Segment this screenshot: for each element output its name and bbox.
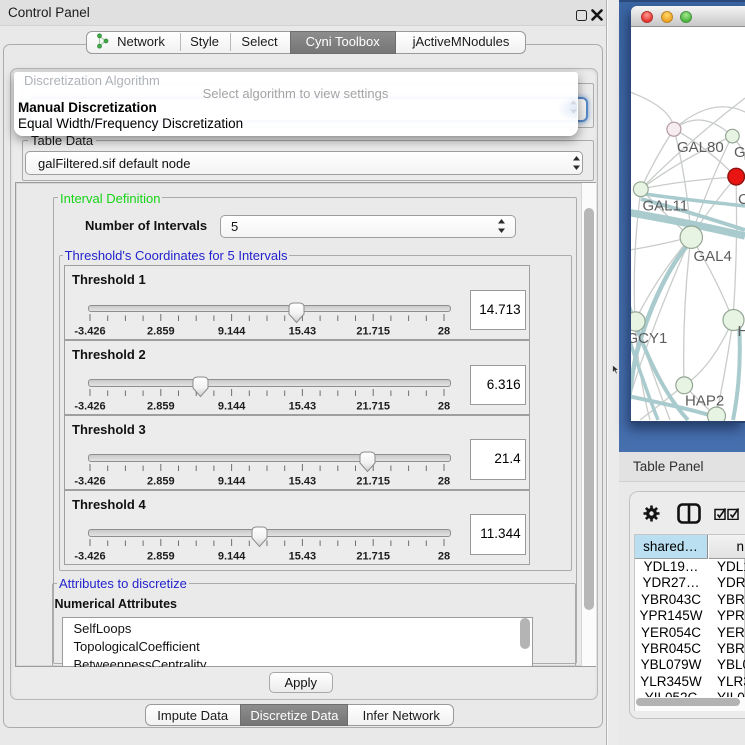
svg-text:-3.426: -3.426 [74, 550, 105, 562]
svg-text:2.859: 2.859 [147, 401, 175, 413]
svg-text:28: 28 [438, 401, 450, 413]
svg-text:HAP2: HAP2 [685, 393, 724, 410]
svg-text:15.43: 15.43 [289, 401, 317, 413]
svg-text:2.859: 2.859 [147, 476, 175, 488]
svg-text:GA: GA [734, 144, 745, 161]
svg-text:15.43: 15.43 [289, 326, 317, 338]
svg-text:21.715: 21.715 [356, 401, 390, 413]
svg-text:-3.426: -3.426 [74, 326, 105, 338]
svg-text:21.715: 21.715 [356, 476, 390, 488]
svg-text:2.859: 2.859 [147, 326, 175, 338]
svg-text:H: H [738, 323, 745, 340]
svg-text:28: 28 [438, 326, 450, 338]
svg-text:21.715: 21.715 [356, 326, 390, 338]
svg-text:15.43: 15.43 [289, 550, 317, 562]
svg-text:GCY1: GCY1 [631, 330, 667, 347]
svg-text:GAL11: GAL11 [643, 198, 689, 215]
svg-text:15.43: 15.43 [289, 476, 317, 488]
svg-text:-3.426: -3.426 [74, 476, 105, 488]
svg-text:9.144: 9.144 [218, 476, 246, 488]
svg-text:28: 28 [438, 550, 450, 562]
svg-text:9.144: 9.144 [218, 550, 246, 562]
svg-text:GAL80: GAL80 [677, 139, 724, 156]
svg-text:C: C [738, 191, 745, 208]
svg-text:28: 28 [438, 476, 450, 488]
svg-text:-3.426: -3.426 [74, 401, 105, 413]
svg-text:9.144: 9.144 [218, 401, 246, 413]
svg-text:9.144: 9.144 [218, 326, 246, 338]
svg-text:GAL4: GAL4 [694, 248, 732, 265]
svg-text:2.859: 2.859 [147, 550, 175, 562]
svg-text:21.715: 21.715 [356, 550, 390, 562]
